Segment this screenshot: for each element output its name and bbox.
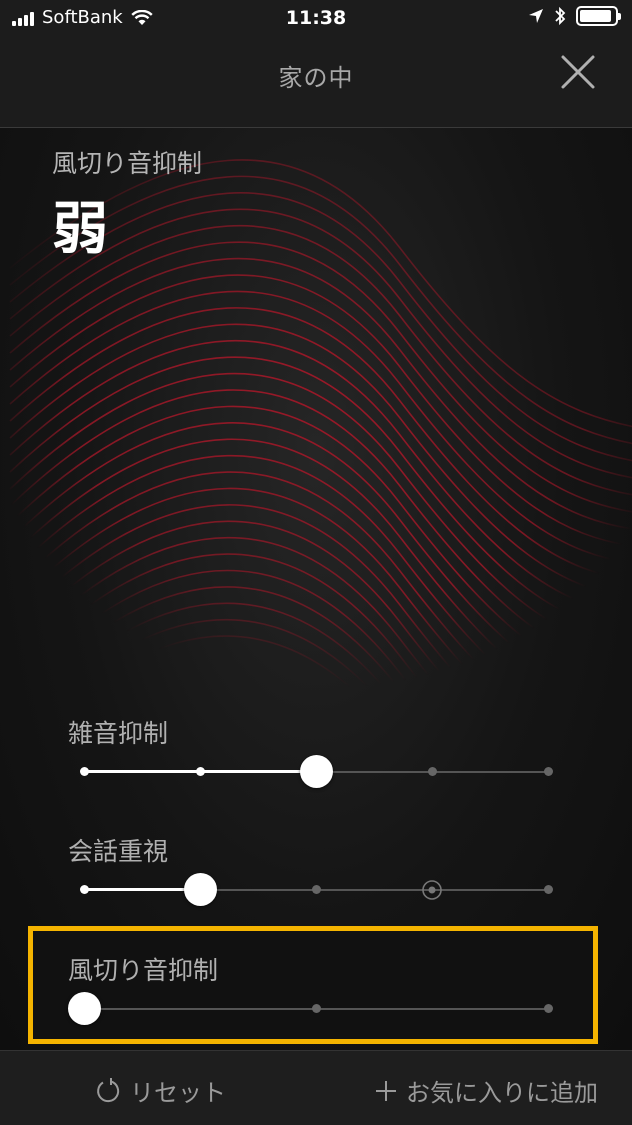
noise-suppression-slider[interactable]	[79, 752, 553, 792]
mode-value: 弱	[52, 197, 108, 262]
wave-line	[9, 290, 632, 564]
wave-line	[9, 257, 632, 530]
add-favorite-label: お気に入りに追加	[406, 1079, 598, 1107]
battery-icon	[576, 6, 621, 26]
close-icon	[561, 55, 595, 89]
mode-label: 風切り音抑制	[52, 149, 203, 178]
wave-line	[9, 339, 632, 615]
status-bar: SoftBank 11:38	[0, 0, 632, 38]
bluetooth-icon	[555, 6, 566, 26]
wind-noise-label: 風切り音抑制	[68, 956, 219, 985]
screen: SoftBank 11:38 家の中 風切り音抑制 弱 雑音抑制 会話重視 風切…	[0, 0, 632, 1125]
slider-thumb[interactable]	[67, 992, 101, 1025]
wave-line	[9, 553, 427, 688]
slider-stop[interactable]	[311, 885, 321, 894]
conversation-focus-slider[interactable]	[79, 870, 553, 910]
slider-stop[interactable]	[195, 767, 205, 776]
status-right	[528, 6, 621, 26]
wave-line	[9, 487, 486, 688]
add-favorite-button[interactable]: お気に入りに追加	[374, 1073, 598, 1108]
reset-label: リセット	[130, 1079, 226, 1107]
highlight-frame: 風切り音抑制	[28, 926, 598, 1044]
wave-line	[9, 356, 632, 633]
slider-stop[interactable]	[543, 1004, 553, 1013]
wave-line	[9, 372, 632, 650]
slider-stop[interactable]	[427, 767, 437, 776]
slider-thumb[interactable]	[299, 755, 333, 788]
location-arrow-icon	[529, 9, 543, 23]
plus-icon	[376, 1080, 396, 1101]
slider-stop[interactable]	[543, 885, 553, 894]
wave-line	[9, 454, 524, 688]
wave-line	[9, 274, 632, 547]
wind-noise-slider[interactable]	[67, 989, 553, 1029]
nav-bar: 家の中	[0, 38, 632, 128]
wave-line	[9, 224, 632, 496]
reset-button[interactable]: リセット	[94, 1073, 226, 1108]
wave-line	[30, 586, 400, 688]
wave-line	[9, 307, 632, 581]
slider-stop[interactable]	[543, 767, 553, 776]
slider-fill	[84, 888, 200, 891]
bottom-bar: リセット お気に入りに追加	[0, 1050, 632, 1125]
wave-line	[9, 241, 632, 513]
slider-stop[interactable]	[311, 1004, 321, 1013]
noise-suppression-label: 雑音抑制	[68, 719, 169, 748]
reset-icon	[97, 1077, 120, 1102]
main-panel: 風切り音抑制 弱 雑音抑制 会話重視 風切り音抑制	[0, 128, 632, 1050]
slider-stop[interactable]	[79, 767, 89, 776]
wave-line	[9, 323, 632, 598]
conversation-focus-label: 会話重視	[68, 837, 169, 866]
close-button[interactable]	[558, 52, 598, 92]
recommended-marker-icon	[422, 880, 442, 900]
page-title: 家の中	[278, 64, 354, 92]
slider-thumb[interactable]	[183, 873, 217, 906]
slider-stop[interactable]	[79, 885, 89, 894]
